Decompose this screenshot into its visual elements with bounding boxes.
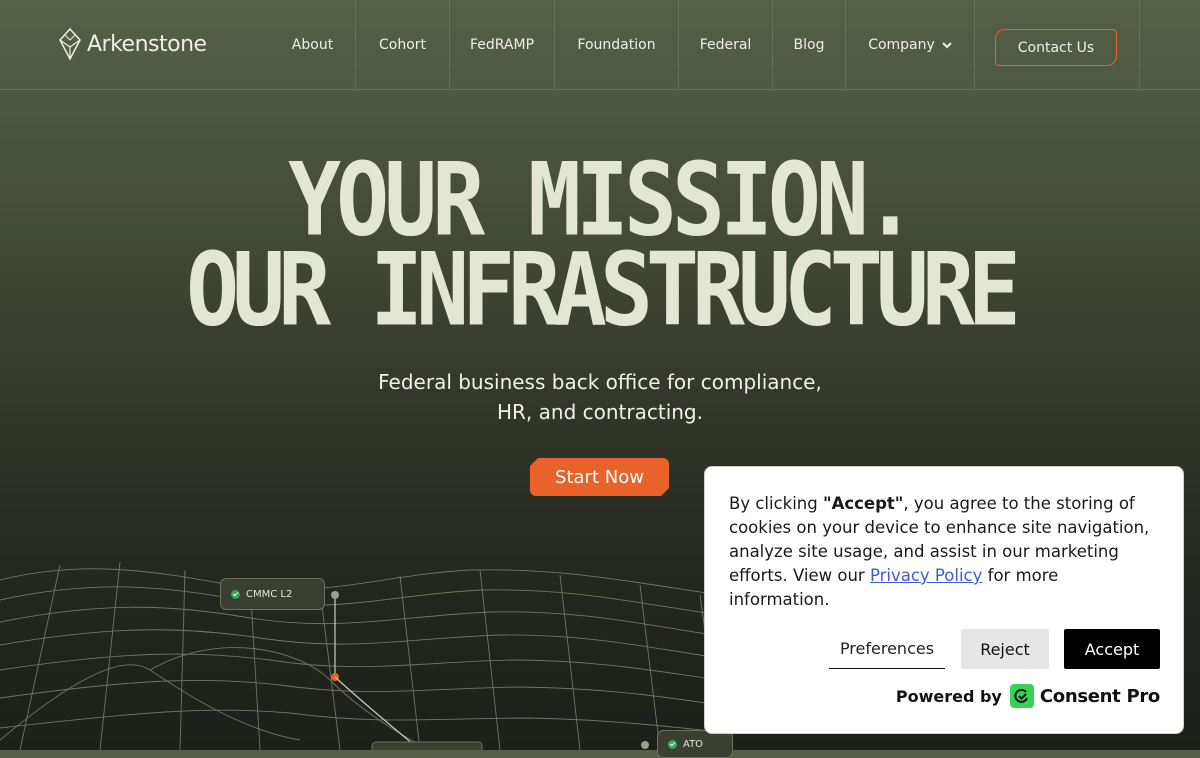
hero-subtitle-line2: HR, and contracting.: [497, 400, 703, 424]
nav-item-cohort[interactable]: Cohort: [356, 0, 450, 89]
consent-pro-logo[interactable]: Consent Pro: [1009, 684, 1160, 708]
consent-pro-check-icon: [1009, 684, 1034, 708]
accept-button[interactable]: Accept: [1064, 629, 1160, 669]
hero-subtitle: Federal business back office for complia…: [300, 367, 900, 427]
contact-us-button[interactable]: Contact Us: [995, 29, 1117, 66]
nav-item-fedramp[interactable]: FedRAMP: [450, 0, 555, 89]
check-circle-icon: [668, 739, 677, 749]
badge-label: CMMC L2: [246, 588, 293, 600]
hero-title-line2: OUR INFRASTRUCTURE: [186, 230, 1021, 349]
nav-item-federal[interactable]: Federal: [679, 0, 773, 89]
powered-by: Powered by Consent Pro: [705, 684, 1160, 708]
nav-item-blog[interactable]: Blog: [773, 0, 846, 89]
hero-subtitle-line1: Federal business back office for complia…: [378, 370, 822, 394]
cookie-consent-banner: By clicking "Accept", you agree to the s…: [704, 466, 1184, 734]
chevron-down-icon: [942, 37, 952, 53]
consent-pro-name: Consent Pro: [1039, 685, 1160, 707]
check-circle-icon: [231, 589, 240, 599]
contact-cell: Contact Us: [975, 0, 1140, 89]
brand-logo[interactable]: Arkenstone: [59, 28, 207, 60]
cookie-text-before: By clicking: [729, 494, 823, 513]
start-now-button[interactable]: Start Now: [530, 458, 669, 496]
badge-label: ATO: [683, 738, 704, 750]
nav-menu: About Cohort FedRAMP Foundation Federal …: [270, 0, 975, 89]
nav-item-company-label: Company: [868, 36, 935, 53]
nav-item-company[interactable]: Company: [846, 0, 975, 89]
arkenstone-gem-icon: [59, 28, 81, 60]
cookie-message: By clicking "Accept", you agree to the s…: [729, 492, 1161, 612]
preferences-button[interactable]: Preferences: [829, 629, 945, 669]
top-navigation: Arkenstone About Cohort FedRAMP Foundati…: [0, 0, 1200, 90]
badge-cmmc-l2: CMMC L2: [220, 578, 325, 610]
brand-name: Arkenstone: [87, 31, 207, 57]
reject-button[interactable]: Reject: [961, 629, 1049, 669]
nav-item-about[interactable]: About: [270, 0, 356, 89]
badge-ato: ATO: [657, 730, 733, 758]
hero-title: YOUR MISSION. OUR INFRASTRUCTURE: [0, 148, 1200, 342]
powered-by-label: Powered by: [895, 686, 1002, 706]
cookie-text-accept-quote: "Accept": [822, 494, 904, 513]
privacy-policy-link[interactable]: Privacy Policy: [870, 566, 982, 585]
nav-item-foundation[interactable]: Foundation: [555, 0, 679, 89]
